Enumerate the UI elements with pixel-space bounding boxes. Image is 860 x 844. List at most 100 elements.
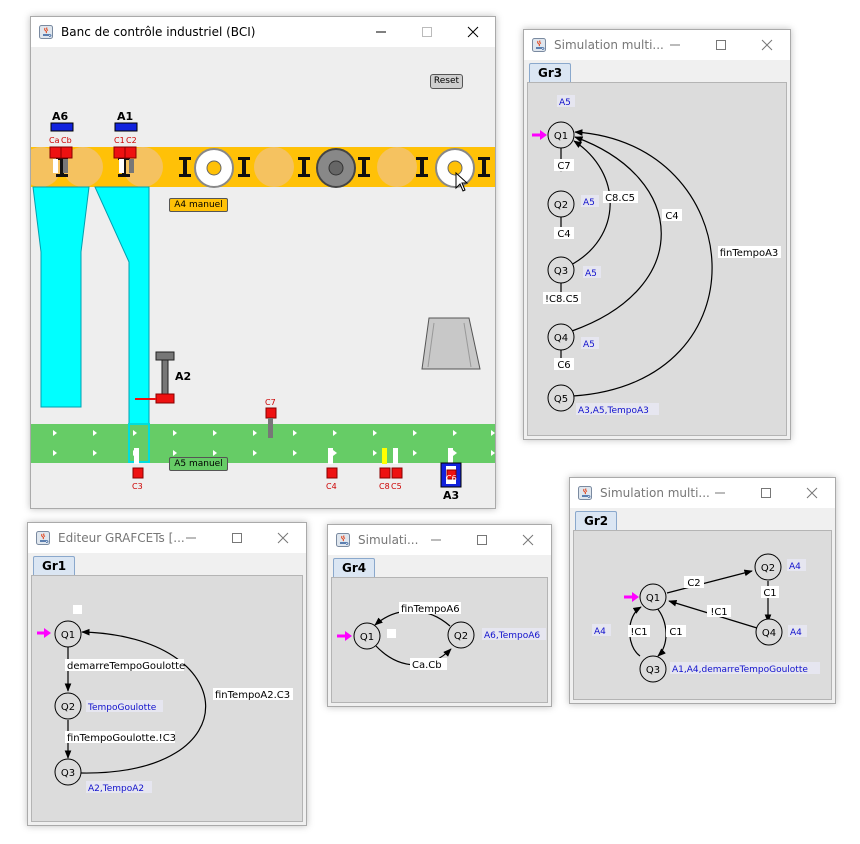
active-step-token bbox=[387, 629, 396, 638]
maximize-button[interactable] bbox=[214, 523, 260, 553]
transition-label: C1 bbox=[669, 627, 682, 638]
grafcet-canvas: Q1 Q2 Q3 demarreTempoGoulotte finTempoGo… bbox=[31, 575, 303, 822]
close-button[interactable] bbox=[260, 523, 306, 553]
gr1-titlebar[interactable]: Editeur GRAFCETs [... bbox=[28, 523, 306, 553]
transition-link bbox=[655, 606, 667, 657]
top-conveyor-roller bbox=[377, 147, 417, 187]
grafcet-canvas: Q1 Q2 Q3 Q4 Q5 C7 C4 !C8.C5 C6 C8.C5 C4 … bbox=[527, 82, 787, 436]
bottom-conveyor bbox=[31, 424, 495, 463]
close-button[interactable] bbox=[789, 478, 835, 508]
action-label: A1,A4,demarreTempoGoulotte bbox=[672, 665, 808, 675]
chute-a1 bbox=[94, 186, 150, 440]
sensor-c4-label: C4 bbox=[326, 482, 337, 491]
transition-link bbox=[572, 129, 713, 397]
sensor-c8-label: C8 bbox=[379, 482, 390, 491]
sensor-c3 bbox=[132, 467, 144, 479]
sensor-c8 bbox=[379, 467, 391, 479]
top-conveyor-roller bbox=[254, 147, 294, 187]
tab-gr1[interactable]: Gr1 bbox=[33, 556, 76, 575]
transition-label: C1 bbox=[763, 588, 776, 599]
state-label: Q1 bbox=[554, 131, 568, 142]
transition-label: Ca.Cb bbox=[412, 660, 442, 671]
transition-link bbox=[571, 136, 662, 332]
workpiece-metal bbox=[316, 148, 356, 188]
window-title: Editeur GRAFCETs [... bbox=[58, 531, 185, 545]
minimize-button[interactable] bbox=[358, 17, 404, 47]
tab-gr2[interactable]: Gr2 bbox=[575, 511, 618, 530]
action-label: A4 bbox=[789, 562, 801, 572]
sensor-c5 bbox=[391, 467, 403, 479]
minimize-button[interactable] bbox=[413, 525, 459, 555]
transition-label: C8.C5 bbox=[605, 193, 635, 204]
transition-label: C6 bbox=[557, 360, 570, 371]
gr4-titlebar[interactable]: Simulati... bbox=[328, 525, 551, 555]
state-label: Q3 bbox=[554, 266, 568, 277]
transition-label: !C8.C5 bbox=[545, 294, 579, 305]
gr2-titlebar[interactable]: Simulation multi... bbox=[570, 478, 835, 508]
gr3-titlebar[interactable]: Simulation multi... bbox=[524, 30, 790, 60]
state-label: Q3 bbox=[61, 768, 75, 779]
maximize-button bbox=[404, 17, 450, 47]
bci-titlebar[interactable]: Banc de contrôle industriel (BCI) bbox=[31, 17, 495, 47]
java-app-icon bbox=[336, 533, 350, 547]
transition-label: !C1 bbox=[630, 627, 647, 638]
state-label: Q1 bbox=[360, 632, 374, 643]
state-label: Q2 bbox=[454, 631, 468, 642]
sensor-c1 bbox=[113, 146, 126, 159]
transition-link bbox=[666, 569, 753, 594]
tab-gr4[interactable]: Gr4 bbox=[333, 558, 376, 577]
maximize-button[interactable] bbox=[743, 478, 789, 508]
sensor-c7 bbox=[265, 407, 277, 419]
a4-manual-button[interactable]: A4 manuel bbox=[169, 198, 228, 212]
state-label: Q4 bbox=[554, 333, 568, 344]
reset-button[interactable]: Reset bbox=[430, 74, 463, 89]
sensor-c2 bbox=[124, 146, 137, 159]
bci-canvas: A6 A1 A2 A3 Ca Cb C1 C2 C7 C3 C4 C8 C5 C… bbox=[21, 47, 495, 508]
maximize-button[interactable] bbox=[459, 525, 505, 555]
transition-label: !C1 bbox=[710, 607, 727, 618]
label-a1: A1 bbox=[117, 110, 133, 123]
minimize-button[interactable] bbox=[697, 478, 743, 508]
transition-label: finTempoA3 bbox=[720, 248, 779, 259]
workpiece-white[interactable] bbox=[435, 148, 475, 188]
sensor-ca-label: Ca bbox=[49, 136, 60, 145]
transition-label: finTempoA6 bbox=[401, 604, 460, 615]
transition-label: C7 bbox=[557, 161, 570, 172]
tab-gr3[interactable]: Gr3 bbox=[529, 63, 572, 82]
window-title: Simulati... bbox=[358, 533, 419, 547]
state-label: Q4 bbox=[762, 628, 776, 639]
tab-bar: Gr4 bbox=[331, 555, 548, 578]
label-a6: A6 bbox=[52, 110, 69, 123]
a5-manual-button[interactable]: A5 manuel bbox=[169, 457, 228, 471]
sensor-c3-label: C3 bbox=[132, 482, 143, 491]
java-app-icon bbox=[532, 38, 546, 52]
minimize-button[interactable] bbox=[168, 523, 214, 553]
action-label: A5 bbox=[583, 340, 595, 350]
java-app-icon bbox=[39, 25, 53, 39]
sensor-c6-label: C6 bbox=[446, 474, 457, 483]
tab-bar: Gr2 bbox=[573, 508, 832, 531]
close-button[interactable] bbox=[450, 17, 496, 47]
window-title: Simulation multi... bbox=[600, 486, 710, 500]
java-app-icon bbox=[578, 486, 592, 500]
state-label: Q1 bbox=[61, 630, 75, 641]
actuator-a1 bbox=[114, 122, 138, 132]
state-label: Q3 bbox=[646, 665, 660, 676]
state-label: Q2 bbox=[554, 200, 568, 211]
grafcet-canvas: Q1 Q2 finTempoA6 Ca.Cb A6,TempoA6 bbox=[331, 577, 548, 703]
action-label: A2,TempoA2 bbox=[88, 784, 144, 794]
action-label: A3,A5,TempoA3 bbox=[578, 406, 649, 416]
action-label: A5 bbox=[559, 98, 571, 108]
sensor-cb bbox=[60, 146, 73, 159]
close-button[interactable] bbox=[744, 30, 790, 60]
state-label: Q2 bbox=[761, 563, 775, 574]
sensor-c1-label: C1 bbox=[114, 136, 125, 145]
maximize-button[interactable] bbox=[698, 30, 744, 60]
minimize-button[interactable] bbox=[652, 30, 698, 60]
transition-label: finTempoA2.C3 bbox=[215, 690, 290, 701]
actuator-a6 bbox=[50, 122, 74, 132]
close-button[interactable] bbox=[505, 525, 551, 555]
state-label: Q1 bbox=[646, 593, 660, 604]
gr4-window: Simulati... Gr4 Q1 Q2 finTempoA6 Ca.Cb A… bbox=[327, 524, 552, 707]
tab-bar: Gr3 bbox=[527, 60, 787, 83]
